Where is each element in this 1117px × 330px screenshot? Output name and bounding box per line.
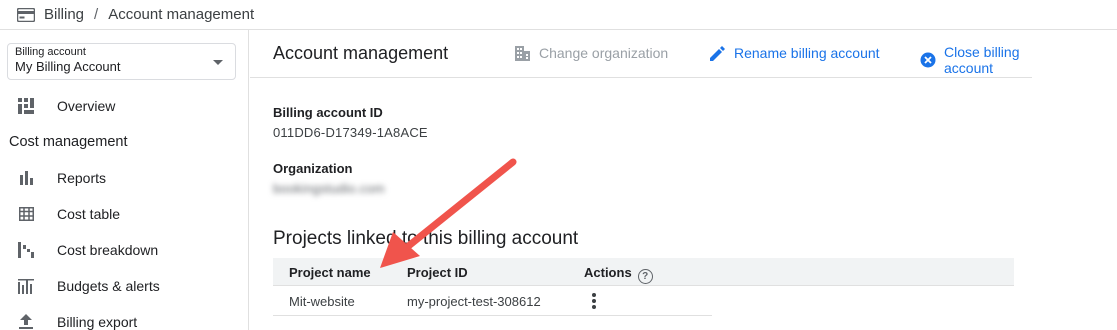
sidebar-item-billing-export[interactable]: Billing export [0,307,249,330]
sidebar-item-label: Overview [57,98,116,114]
breadcrumb-current: Account management [108,6,255,23]
column-header-actions: Actions? [584,265,653,284]
sidebar-item-label: Budgets & alerts [57,278,160,294]
change-organization-label: Change organization [539,45,669,61]
dashboard-icon [17,97,35,115]
change-organization-button[interactable]: Change organization [513,44,668,62]
dropdown-caret-icon [213,60,223,65]
projects-section-title: Projects linked to this billing account [273,228,579,249]
sidebar-item-budgets-alerts[interactable]: Budgets & alerts [0,271,249,301]
project-id-cell: my-project-test-308612 [407,294,541,309]
section-heading-cost-management: Cost management [9,134,128,150]
bar-chart-icon [17,169,35,187]
cancel-circle-icon [920,51,936,69]
column-header-actions-label: Actions [584,265,632,280]
sidebar-item-cost-table[interactable]: Cost table [0,199,249,229]
billing-card-icon [16,7,36,23]
project-name-cell[interactable]: Mit-website [289,294,355,309]
rename-billing-account-button[interactable]: Rename billing account [708,44,880,62]
sidebar-item-label: Billing export [57,314,138,330]
waterfall-icon [17,241,35,259]
budget-icon [17,277,35,295]
billing-account-select[interactable]: Billing account My Billing Account [7,43,236,80]
breadcrumb: Billing / Account management [0,0,1117,30]
main-content: Account management Change organization R… [250,30,1117,330]
billing-account-id-label: Billing account ID [273,105,383,120]
help-icon[interactable]: ? [637,269,653,284]
breadcrumb-separator: / [94,6,99,23]
table-row: Mit-website my-project-test-308612 [273,286,712,316]
sidebar-item-label: Cost breakdown [57,242,159,258]
close-billing-account-label: Close billing account [944,44,1020,76]
column-header-project-name[interactable]: Project name [289,265,371,280]
page-title: Account management [273,43,449,63]
projects-table: Project name Project ID Actions? Mit-web… [273,258,1014,316]
sidebar: Billing account My Billing Account Overv… [0,30,249,330]
upload-icon [17,313,35,330]
column-header-project-id[interactable]: Project ID [407,265,468,280]
organization-label: Organization [273,161,353,176]
sidebar-item-label: Cost table [57,206,121,222]
billing-account-select-label: Billing account [15,46,86,58]
pencil-icon [708,44,726,62]
page-header: Account management Change organization R… [250,30,1032,78]
billing-account-select-value: My Billing Account [15,59,121,74]
billing-account-id-value: 011DD6-D17349-1A8ACE [273,125,428,140]
table-icon [17,205,35,223]
sidebar-item-label: Reports [57,170,107,186]
rename-billing-account-label: Rename billing account [734,45,880,61]
sidebar-item-cost-breakdown[interactable]: Cost breakdown [0,235,249,265]
organization-value: bookingstudio.com [273,181,385,196]
sidebar-item-overview[interactable]: Overview [0,91,249,121]
table-header: Project name Project ID Actions? [273,258,1014,286]
more-vert-icon[interactable] [591,292,597,310]
close-billing-account-button[interactable]: Close billing account [920,44,1032,76]
sidebar-item-reports[interactable]: Reports [0,163,249,193]
breadcrumb-billing[interactable]: Billing [44,6,84,23]
building-icon [513,44,531,62]
